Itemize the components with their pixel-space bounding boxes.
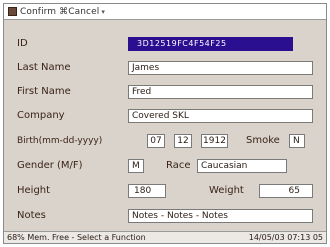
status-bar: 68% Mem. Free - Select a Function 14/05/… xyxy=(4,231,326,243)
smoke-field[interactable]: N xyxy=(289,134,305,148)
company-field[interactable]: Covered SKL xyxy=(128,109,313,123)
height-label: Height xyxy=(17,185,51,196)
confirm-dialog: Confirm ⌘Cancel ▾ ID 3D12519FC4F54F25 La… xyxy=(3,3,327,244)
first-name-field[interactable]: Fred xyxy=(128,85,313,99)
birth-year-field[interactable]: 1912 xyxy=(201,134,228,148)
chevron-down-icon[interactable]: ▾ xyxy=(101,8,105,16)
first-name-label: First Name xyxy=(17,86,71,97)
smoke-label: Smoke xyxy=(246,135,280,146)
race-label: Race xyxy=(166,160,191,171)
gender-field[interactable]: M xyxy=(128,159,144,173)
weight-label: Weight xyxy=(209,185,244,196)
status-datetime: 14/05/03 07:13 05 xyxy=(248,233,323,242)
birth-day-field[interactable]: 12 xyxy=(174,134,192,148)
height-field[interactable]: 180 xyxy=(128,184,166,198)
title-bar: Confirm ⌘Cancel ▾ xyxy=(4,4,326,20)
screen: Confirm ⌘Cancel ▾ ID 3D12519FC4F54F25 La… xyxy=(0,0,330,247)
notes-label: Notes xyxy=(17,210,46,221)
birth-month-field[interactable]: 07 xyxy=(147,134,165,148)
weight-field[interactable]: 65 xyxy=(259,184,313,198)
birth-label: Birth(mm-dd-yyyy) xyxy=(17,136,103,146)
last-name-label: Last Name xyxy=(17,62,71,73)
checkbox-icon[interactable] xyxy=(8,7,17,16)
last-name-field[interactable]: James xyxy=(128,61,313,75)
id-label: ID xyxy=(17,38,28,49)
gender-label: Gender (M/F) xyxy=(17,160,83,171)
window-title: Confirm ⌘Cancel xyxy=(20,6,100,17)
notes-field[interactable]: Notes - Notes - Notes xyxy=(128,209,313,223)
id-field[interactable]: 3D12519FC4F54F25 xyxy=(128,37,293,51)
status-message: 68% Mem. Free - Select a Function xyxy=(7,233,146,242)
company-label: Company xyxy=(17,110,65,121)
race-field[interactable]: Caucasian xyxy=(197,159,287,173)
